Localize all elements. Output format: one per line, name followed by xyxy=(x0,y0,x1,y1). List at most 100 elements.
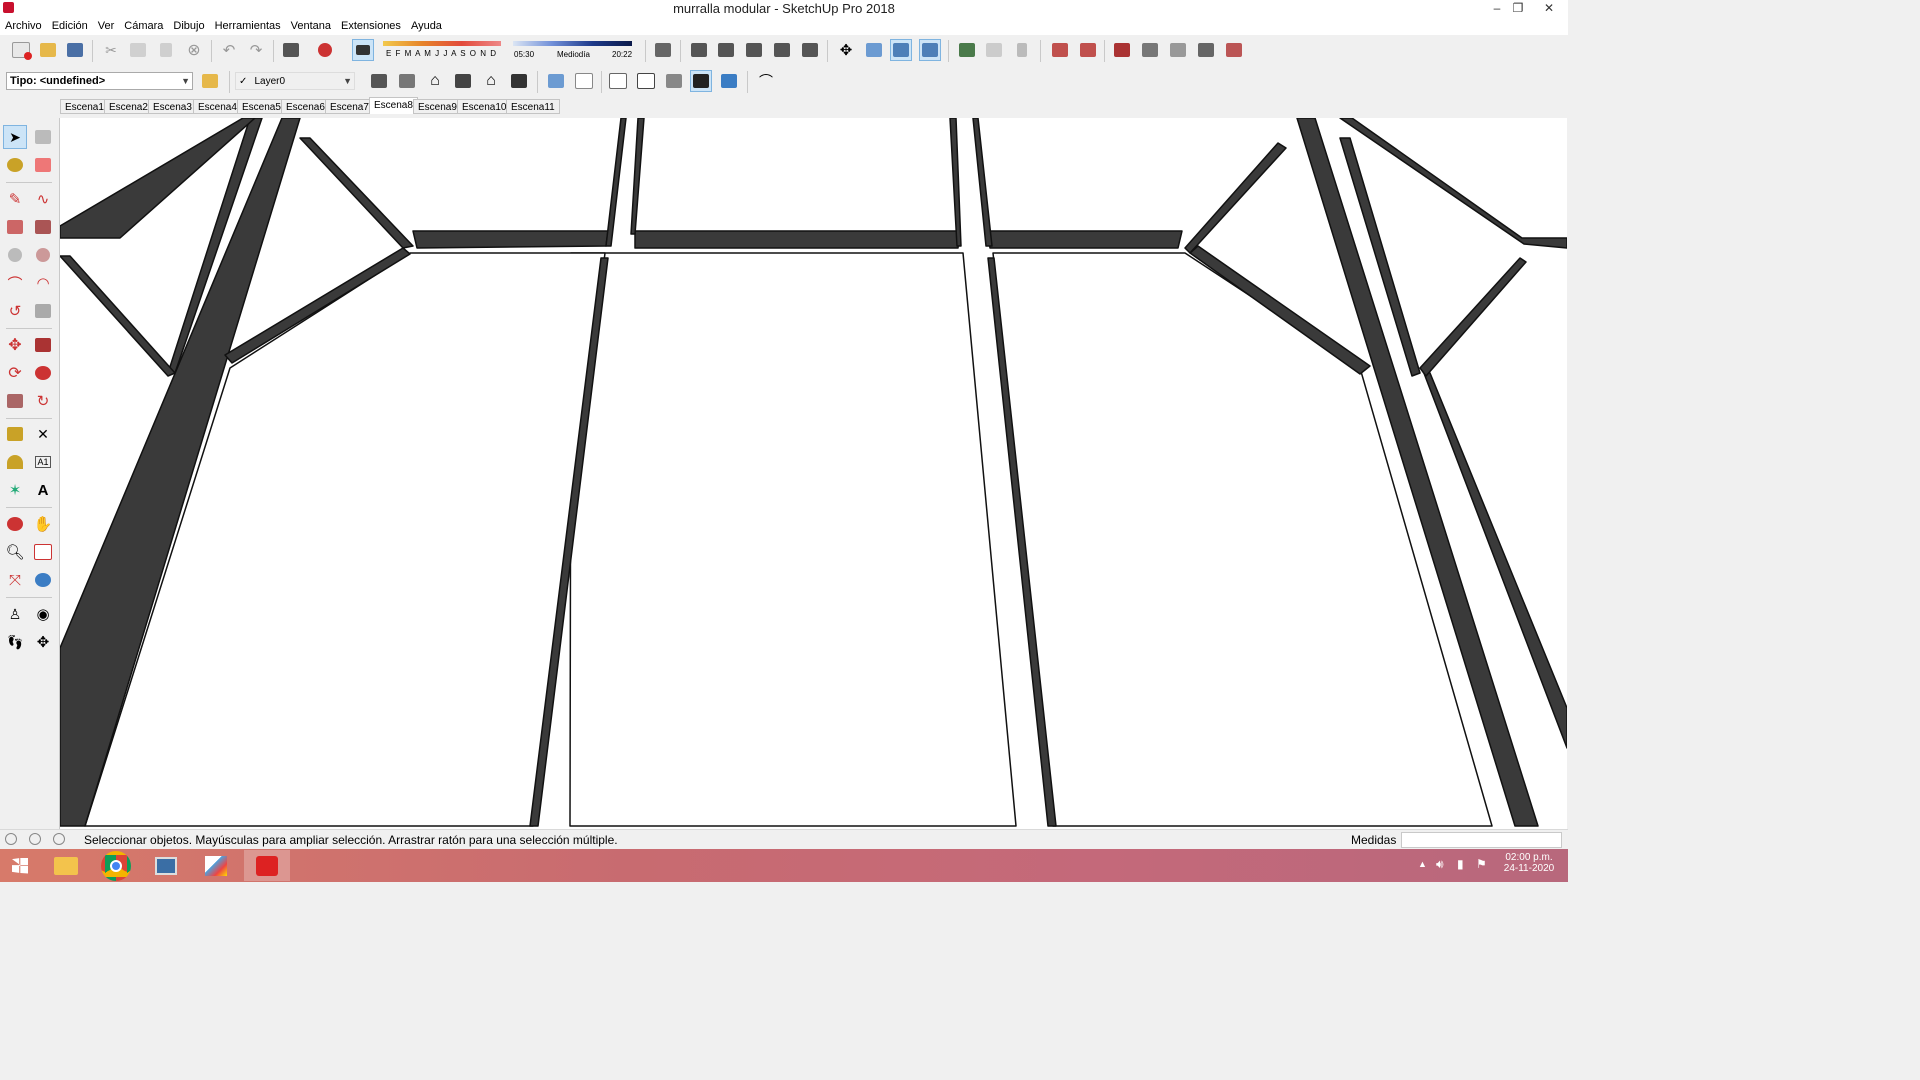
windows-start-icon[interactable] xyxy=(0,850,40,881)
face-xray-icon[interactable] xyxy=(545,70,567,92)
component-tool-icon[interactable] xyxy=(31,125,55,149)
menu-extensiones[interactable]: Extensiones xyxy=(336,18,406,35)
view-iso-icon[interactable] xyxy=(688,39,710,61)
share-model-icon[interactable] xyxy=(1077,39,1099,61)
select-tool-icon[interactable]: ➤ xyxy=(3,125,27,149)
walk-icon[interactable]: 👣︎ xyxy=(3,630,27,654)
scene-tab-9[interactable]: Escena9 xyxy=(413,99,462,114)
house-icon[interactable]: ⌂ xyxy=(424,70,446,92)
pie-icon[interactable] xyxy=(31,299,55,323)
menu-ayuda[interactable]: Ayuda xyxy=(406,18,447,35)
type-select[interactable]: Tipo: <undefined> ▼ xyxy=(6,72,193,90)
shadow-month-slider[interactable]: E F M A M J J A S O N D xyxy=(383,41,501,63)
scene-tab-8[interactable]: Escena8 xyxy=(369,97,418,114)
scene-tab-6[interactable]: Escena6 xyxy=(281,99,330,114)
geo-status-icon[interactable] xyxy=(5,833,17,845)
style-shaded-icon[interactable] xyxy=(452,70,474,92)
geo-location-icon[interactable] xyxy=(956,39,978,61)
new-file-icon[interactable] xyxy=(10,39,32,61)
section-fill-icon[interactable] xyxy=(863,39,885,61)
menu-ver[interactable]: Ver xyxy=(93,18,120,35)
style-monochrome-icon[interactable] xyxy=(508,70,530,92)
tape-measure-icon[interactable] xyxy=(3,422,27,446)
zoom-icon[interactable]: 🔍︎ xyxy=(3,540,27,564)
sandbox-icon[interactable] xyxy=(983,39,1005,61)
print-icon[interactable] xyxy=(280,39,302,61)
restore-button[interactable]: ❐ xyxy=(1507,0,1529,18)
circle-icon[interactable] xyxy=(3,243,27,267)
components-icon[interactable] xyxy=(652,39,674,61)
paint-bucket-icon[interactable] xyxy=(3,153,27,177)
face-color-icon[interactable] xyxy=(718,70,740,92)
layer-select[interactable]: ✓ Layer0 ▼ xyxy=(235,72,355,90)
menu-herramientas[interactable]: Herramientas xyxy=(210,18,286,35)
redo-icon[interactable]: ↷ xyxy=(245,39,267,61)
chrome-icon[interactable] xyxy=(93,850,139,881)
scene-tab-2[interactable]: Escena2 xyxy=(104,99,153,114)
menu-archivo[interactable]: Archivo xyxy=(0,18,47,35)
rotated-rectangle-icon[interactable] xyxy=(31,215,55,239)
face-wireframe-icon[interactable] xyxy=(573,70,595,92)
scene-tab-7[interactable]: Escena7 xyxy=(325,99,374,114)
rotate-icon[interactable]: ⟳ xyxy=(3,361,27,385)
face-hidden-line-icon[interactable] xyxy=(607,70,629,92)
pan-icon[interactable]: ✋ xyxy=(31,512,55,536)
component-options-icon[interactable] xyxy=(199,70,221,92)
look-around-icon[interactable]: ◉ xyxy=(31,602,55,626)
style-xray-icon[interactable] xyxy=(368,70,390,92)
arc-icon[interactable]: ⌒ xyxy=(3,271,27,295)
protractor-icon[interactable] xyxy=(3,450,27,474)
close-button[interactable]: ✕ xyxy=(1538,0,1560,18)
sketchup-app-icon[interactable] xyxy=(3,2,14,13)
previous-view-icon[interactable] xyxy=(31,568,55,592)
sketchup-task-icon[interactable] xyxy=(244,850,290,881)
zoom-window-icon[interactable] xyxy=(31,540,55,564)
drape-icon[interactable] xyxy=(1167,39,1189,61)
shadows-toggle-icon[interactable] xyxy=(352,39,374,61)
dimensions-icon[interactable]: ✕ xyxy=(31,422,55,446)
scene-tab-10[interactable]: Escena10 xyxy=(457,99,512,114)
menu-edicion[interactable]: Edición xyxy=(47,18,93,35)
tray-expand-icon[interactable]: ▲ xyxy=(1418,859,1427,869)
scene-tab-5[interactable]: Escena5 xyxy=(237,99,286,114)
line-tool-icon[interactable]: ✎ xyxy=(3,187,27,211)
section-cuts-icon[interactable] xyxy=(890,39,912,61)
edge-style-icon[interactable]: ⌒ xyxy=(755,70,777,92)
scene-tab-3[interactable]: Escena3 xyxy=(148,99,197,114)
style-hidden-icon[interactable]: ⌂ xyxy=(480,70,502,92)
paint-app-icon[interactable] xyxy=(193,850,239,881)
view-right-icon[interactable] xyxy=(771,39,793,61)
warehouse-icon[interactable] xyxy=(1049,39,1071,61)
terrain-icon[interactable] xyxy=(1111,39,1133,61)
paste-icon[interactable] xyxy=(155,39,177,61)
scene-tab-11[interactable]: Escena11 xyxy=(506,99,560,114)
polygon-icon[interactable] xyxy=(31,243,55,267)
action-center-icon[interactable]: ⚑ xyxy=(1476,857,1487,871)
position-camera-icon[interactable]: ♙ xyxy=(3,602,27,626)
remote-desktop-icon[interactable] xyxy=(143,850,189,881)
view-top-icon[interactable] xyxy=(715,39,737,61)
push-pull-icon[interactable] xyxy=(31,333,55,357)
section-plane-tool-icon[interactable]: ✥ xyxy=(31,630,55,654)
orbit-icon[interactable] xyxy=(3,512,27,536)
eraser-icon[interactable] xyxy=(31,153,55,177)
shadow-time-slider[interactable]: 05:30 Mediodía 20:22 xyxy=(513,41,632,63)
follow-me-icon[interactable] xyxy=(31,361,55,385)
save-icon[interactable] xyxy=(64,39,86,61)
volume-icon[interactable]: 🔊︎ xyxy=(1436,857,1444,872)
flip-edge-icon[interactable] xyxy=(1223,39,1245,61)
stamp-icon[interactable] xyxy=(1139,39,1161,61)
user-status-icon[interactable] xyxy=(53,833,65,845)
offset-icon[interactable]: ↻ xyxy=(31,389,55,413)
model-info-icon[interactable] xyxy=(314,39,336,61)
move-icon[interactable]: ✥ xyxy=(3,333,27,357)
freehand-icon[interactable]: ∿ xyxy=(31,187,55,211)
add-detail-icon[interactable] xyxy=(1195,39,1217,61)
open-folder-icon[interactable] xyxy=(37,39,59,61)
two-point-arc-icon[interactable]: ◠ xyxy=(31,271,55,295)
file-explorer-icon[interactable] xyxy=(43,850,89,881)
3d-text-icon[interactable]: A xyxy=(31,478,55,502)
undo-icon[interactable]: ↶ xyxy=(218,39,240,61)
menu-camara[interactable]: Cámara xyxy=(119,18,168,35)
menu-ventana[interactable]: Ventana xyxy=(286,18,336,35)
